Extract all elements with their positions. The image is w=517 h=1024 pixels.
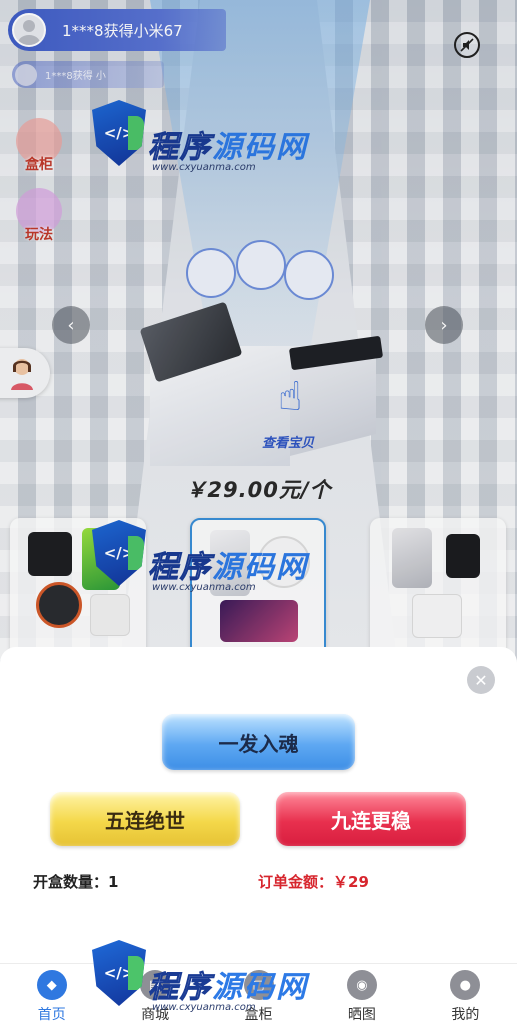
tab-label: 商城: [141, 1007, 170, 1023]
tab-label: 晒图: [347, 1007, 376, 1023]
tab-home[interactable]: ◆ 首页: [0, 964, 103, 1024]
order-amount: 订单金额：￥29: [258, 873, 369, 891]
bottom-tab-bar: ◆ 首页 ▤ 商城 ▢ 盒柜 ◉ 晒图 ● 我的: [0, 963, 517, 1024]
close-icon[interactable]: ✕: [467, 666, 495, 694]
tab-cabinet[interactable]: ▢ 盒柜: [207, 964, 310, 1024]
tab-label: 盒柜: [244, 1007, 273, 1023]
tab-label: 我的: [451, 1007, 480, 1023]
box-icon: ▢: [243, 970, 274, 1000]
buy-five-button[interactable]: 五连绝世: [50, 792, 240, 846]
tab-showcase[interactable]: ◉ 晒图: [310, 964, 413, 1024]
buy-nine-button[interactable]: 九连更稳: [276, 792, 466, 846]
dim-overlay[interactable]: [0, 0, 517, 660]
tab-profile[interactable]: ● 我的: [414, 964, 517, 1024]
buy-one-button[interactable]: 一发入魂: [162, 714, 355, 770]
tab-shop[interactable]: ▤ 商城: [103, 964, 206, 1024]
camera-icon: ◉: [346, 970, 377, 1000]
box-quantity: 开盒数量：1: [33, 873, 119, 891]
home-icon: ◆: [36, 970, 67, 1000]
shop-icon: ▤: [140, 970, 171, 1000]
user-icon: ●: [450, 970, 481, 1000]
tab-label: 首页: [37, 1007, 66, 1023]
